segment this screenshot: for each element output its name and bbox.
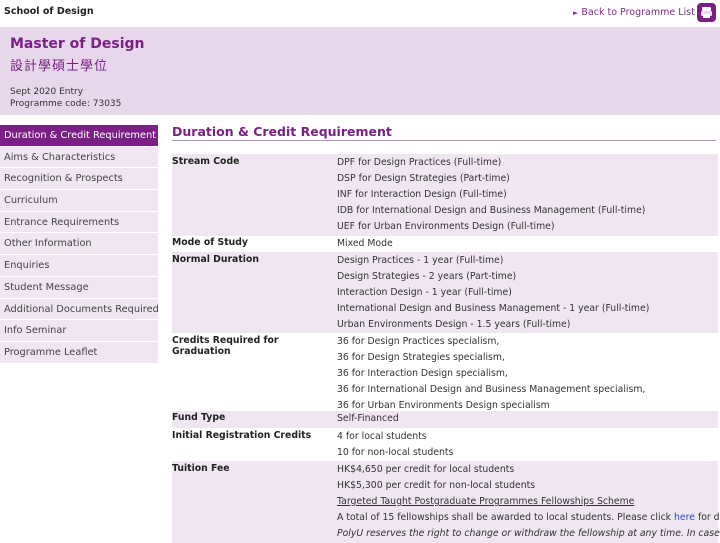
row-label: Tuition Fee [172, 463, 230, 474]
sidebar-item-leaflet[interactable]: Programme Leaflet [0, 341, 158, 364]
row-fund-type: Fund Type Self-Financed [172, 411, 718, 428]
value-line: 36 for Design Practices specialism, [337, 336, 500, 347]
row-normal-duration: Normal Duration Design Practices - 1 yea… [172, 252, 718, 333]
sidebar-item-aims[interactable]: Aims & Characteristics [0, 146, 158, 169]
row-stream-code: Stream Code DPF for Design Practices (Fu… [172, 154, 718, 236]
school-name: School of Design [4, 6, 94, 17]
row-credits-required: Credits Required for Graduation 36 for D… [172, 333, 718, 414]
value-line: 4 for local students [337, 431, 427, 442]
sidebar-item-additional-docs[interactable]: Additional Documents Required [0, 298, 159, 321]
row-values: 4 for local students 10 for non-local st… [334, 429, 718, 461]
programme-title-chinese: 設計學碩士學位 [10, 59, 109, 74]
sidebar-item-entrance[interactable]: Entrance Requirements [0, 211, 158, 234]
row-label: Normal Duration [172, 254, 259, 265]
value-line: 36 for Design Strategies specialism, [337, 352, 505, 363]
row-values: Mixed Mode [334, 236, 718, 252]
value-line: HK$5,300 per credit for non-local studen… [337, 480, 536, 491]
entry-year: Sept 2020 Entry [10, 87, 84, 97]
row-values: Design Practices - 1 year (Full-time) De… [334, 253, 718, 333]
row-values: HK$4,650 per credit for local students H… [334, 462, 720, 542]
top-bar: School of Design ► Back to Programme List [0, 0, 720, 27]
sidebar-item-enquiries[interactable]: Enquiries [0, 255, 158, 277]
fellowship-scheme-link[interactable]: Targeted Taught Postgraduate Programmes … [334, 494, 718, 510]
value-line: HK$4,650 per credit for local students [337, 464, 515, 475]
row-values: Self-Financed [334, 411, 718, 427]
section-divider [172, 140, 716, 141]
value-line: DPF for Design Practices (Full-time) [337, 157, 502, 168]
sidebar-nav: Duration & Credit Requirement Aims & Cha… [0, 125, 159, 364]
value-line: UEF for Urban Environments Design (Full-… [337, 221, 555, 232]
programme-code: Programme code: 73035 [10, 99, 122, 109]
value-line: Mixed Mode [337, 238, 393, 249]
row-values: 36 for Design Practices specialism, 36 f… [334, 334, 718, 414]
row-label: Fund Type [172, 412, 226, 423]
section-title: Duration & Credit Requirement [172, 124, 392, 139]
value-line: Urban Environments Design - 1.5 years (F… [337, 319, 571, 330]
row-label: Credits Required for Graduation [172, 335, 279, 357]
sidebar-item-info-seminar[interactable]: Info Seminar [0, 320, 158, 342]
value-line: DSP for Design Strategies (Part-time) [337, 173, 510, 184]
fellowship-note: PolyU reserves the right to change or wi… [337, 528, 720, 539]
sidebar-item-duration-credit[interactable]: Duration & Credit Requirement [0, 125, 158, 147]
main-content: Duration & Credit Requirement Stream Cod… [172, 124, 720, 543]
row-mode-of-study: Mode of Study Mixed Mode [172, 236, 718, 252]
sidebar-item-curriculum[interactable]: Curriculum [0, 190, 158, 212]
row-values: DPF for Design Practices (Full-time) DSP… [334, 155, 718, 235]
value-line: 10 for non-local students [337, 447, 454, 458]
value-line: Design Strategies - 2 years (Part-time) [337, 271, 517, 282]
print-icon[interactable] [697, 3, 716, 22]
back-link-label: Back to Programme List [581, 7, 695, 18]
programme-title: Master of Design [10, 36, 145, 52]
programme-banner: Master of Design 設計學碩士學位 Sept 2020 Entry… [0, 27, 720, 115]
sidebar-item-other-info[interactable]: Other Information [0, 233, 158, 256]
fellowship-text-after: for details. [697, 512, 720, 523]
value-line: IDB for International Design and Busines… [337, 205, 646, 216]
value-line: 36 for Interaction Design specialism, [337, 368, 508, 379]
here-link[interactable]: here [674, 512, 695, 523]
value-line: Design Practices - 1 year (Full-time) [337, 255, 504, 266]
sidebar-item-student-message[interactable]: Student Message [0, 276, 158, 299]
row-label: Stream Code [172, 156, 240, 167]
row-initial-registration: Initial Registration Credits 4 for local… [172, 428, 718, 461]
row-label: Initial Registration Credits [172, 430, 312, 441]
triangle-right-icon: ► [573, 9, 579, 17]
value-line: INF for Interaction Design (Full-time) [337, 189, 507, 200]
value-line: Self-Financed [337, 413, 399, 424]
sidebar-item-recognition[interactable]: Recognition & Prospects [0, 168, 158, 191]
back-to-programme-list-link[interactable]: ► Back to Programme List [573, 7, 695, 18]
row-tuition-fee: Tuition Fee HK$4,650 per credit for loca… [172, 461, 720, 543]
fellowship-text-before: A total of 15 fellowships shall be award… [337, 512, 675, 523]
value-line: Interaction Design - 1 year (Full-time) [337, 287, 512, 298]
fellowship-details-text: A total of 15 fellowships shall be award… [334, 510, 720, 526]
row-label: Mode of Study [172, 237, 248, 248]
value-line: International Design and Business Manage… [337, 303, 650, 314]
value-line: 36 for International Design and Business… [337, 384, 646, 395]
